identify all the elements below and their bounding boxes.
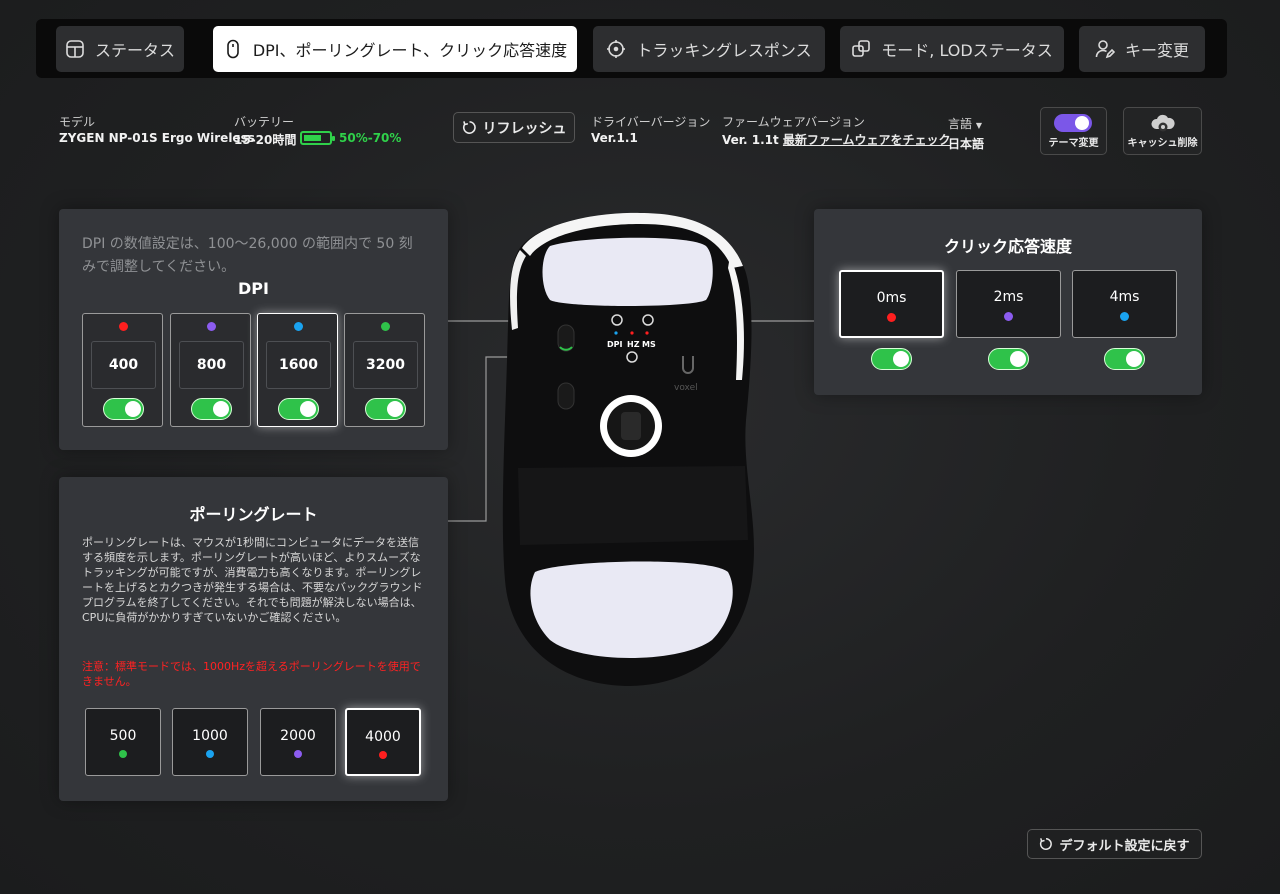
polling-color-dot <box>119 750 127 758</box>
dpi-level-card[interactable]: 400 <box>82 313 163 427</box>
click-enable-toggle[interactable] <box>871 348 912 370</box>
dpi-level-card[interactable]: 3200 <box>344 313 425 427</box>
polling-rate-value: 1000 <box>192 728 228 744</box>
refresh-label: リフレッシュ <box>482 120 567 137</box>
clear-cache-button[interactable]: キャッシュ削除 <box>1123 107 1202 155</box>
click-response-title: クリック応答速度 <box>943 237 1072 256</box>
polling-rate-title: ポーリングレート <box>189 505 318 524</box>
driver-version-value: Ver.1.1 <box>591 131 638 145</box>
dpi-enable-toggle[interactable] <box>103 398 144 420</box>
tab-mode-lod[interactable]: モード, LODステータス <box>840 26 1064 72</box>
dpi-value-input[interactable]: 800 <box>179 341 244 389</box>
dpi-color-dot <box>294 322 303 331</box>
refresh-button[interactable]: リフレッシュ <box>453 112 575 143</box>
firmware-version-row: Ver. 1.1t 最新ファームウェアをチェック <box>722 131 951 148</box>
refresh-icon <box>462 121 476 134</box>
dpi-enable-toggle[interactable] <box>365 398 406 420</box>
model-label: モデル <box>59 115 96 129</box>
theme-toggle-icon <box>1054 114 1092 132</box>
tab-tracking-response[interactable]: トラッキングレスポンス <box>593 26 825 72</box>
driver-version-label: ドライバーバージョン <box>591 115 711 129</box>
dpi-title: DPI <box>238 279 269 298</box>
click-response-value: 0ms <box>876 290 907 306</box>
polling-rate-option[interactable]: 2000 <box>260 708 336 776</box>
dpi-color-dot <box>207 322 216 331</box>
cloud-icon <box>1151 114 1175 132</box>
reset-default-label: デフォルト設定に戻す <box>1059 838 1190 854</box>
mouse-label-ms: MS <box>642 340 656 349</box>
dpi-enable-toggle[interactable] <box>278 398 319 420</box>
copy-icon <box>851 39 871 59</box>
mouse-label-dpi: DPI <box>607 340 623 349</box>
reset-icon <box>1040 838 1053 850</box>
polling-rate-value: 500 <box>109 728 137 744</box>
battery-percent: 50%-70% <box>339 131 402 145</box>
click-enable-toggle[interactable] <box>1104 348 1145 370</box>
mouse-brand-text: voxel <box>674 383 698 393</box>
layout-icon <box>65 39 85 59</box>
tab-label: DPI、ポーリングレート、クリック応答速度 <box>252 41 568 60</box>
dpi-level-card[interactable]: 800 <box>170 313 251 427</box>
reset-default-button[interactable]: デフォルト設定に戻す <box>1027 829 1202 859</box>
click-response-option-selected[interactable]: 0ms <box>839 270 944 338</box>
tab-label: キー変更 <box>1124 41 1189 60</box>
click-color-dot <box>1120 312 1129 321</box>
polling-rate-option-selected[interactable]: 4000 <box>345 708 421 776</box>
click-response-panel: クリック応答速度 0ms 2ms 4ms <box>814 209 1202 395</box>
dpi-panel: DPI の数値設定は、100〜26,000 の範囲内で 50 刻みで調整してくだ… <box>59 209 448 450</box>
polling-color-dot <box>206 750 214 758</box>
model-value: ZYGEN NP-01S Ergo Wireless <box>59 131 255 145</box>
click-enable-toggle[interactable] <box>988 348 1029 370</box>
polling-rate-option[interactable]: 1000 <box>172 708 248 776</box>
dpi-value-input[interactable]: 400 <box>91 341 156 389</box>
polling-color-dot <box>294 750 302 758</box>
polling-rate-option[interactable]: 500 <box>85 708 161 776</box>
dpi-description: DPI の数値設定は、100〜26,000 の範囲内で 50 刻みで調整してくだ… <box>82 236 413 275</box>
chevron-down-icon: ▼ <box>975 121 982 130</box>
polling-color-dot <box>379 751 387 759</box>
dpi-value-input[interactable]: 1600 <box>266 341 331 389</box>
mouse-icon <box>223 39 243 59</box>
tab-status[interactable]: ステータス <box>56 26 184 72</box>
clear-cache-label: キャッシュ削除 <box>1127 138 1198 149</box>
dpi-value-input[interactable]: 3200 <box>353 341 418 389</box>
polling-rate-value: 2000 <box>280 728 316 744</box>
polling-rate-description: ポーリングレートは、マウスが1秒間にコンピュータにデータを送信する頻度を示します… <box>82 536 423 624</box>
user-edit-icon <box>1095 39 1115 59</box>
tab-label: トラッキングレスポンス <box>636 41 812 60</box>
battery-label: バッテリー <box>234 115 295 129</box>
click-color-dot <box>1004 312 1013 321</box>
tab-label: モード, LODステータス <box>881 41 1053 60</box>
tab-dpi-polling-click[interactable]: DPI、ポーリングレート、クリック応答速度 <box>213 26 577 72</box>
click-response-option[interactable]: 4ms <box>1072 270 1177 338</box>
language-label: 言語 <box>948 117 973 131</box>
crosshair-icon <box>606 39 626 59</box>
check-firmware-link[interactable]: 最新ファームウェアをチェック <box>783 133 951 147</box>
tab-key-remap[interactable]: キー変更 <box>1079 26 1205 72</box>
click-response-option[interactable]: 2ms <box>956 270 1061 338</box>
polling-rate-value: 4000 <box>365 729 401 745</box>
theme-change-label: テーマ変更 <box>1048 138 1099 149</box>
click-response-value: 4ms <box>1109 289 1140 305</box>
dpi-color-dot <box>381 322 390 331</box>
mouse-label-hz: HZ <box>627 340 640 349</box>
click-color-dot <box>887 313 896 322</box>
dpi-color-dot <box>119 322 128 331</box>
theme-change-button[interactable]: テーマ変更 <box>1040 107 1107 155</box>
firmware-version-value: Ver. 1.1t <box>722 133 779 147</box>
language-selector[interactable]: 言語 ▼ <box>948 115 982 132</box>
top-navigation: ステータス DPI、ポーリングレート、クリック応答速度 トラッキングレスポンス … <box>36 19 1227 78</box>
polling-rate-panel: ポーリングレート ポーリングレートは、マウスが1秒間にコンピュータにデータを送信… <box>59 477 448 801</box>
firmware-version-label: ファームウェアバージョン <box>722 115 865 129</box>
polling-rate-warning: 注意：標準モードでは、1000Hzを超えるポーリングレートを使用できません。 <box>82 660 421 688</box>
battery-icon <box>300 131 335 145</box>
mouse-illustration: DPI HZ MS voxel <box>448 212 814 686</box>
dpi-enable-toggle[interactable] <box>191 398 232 420</box>
battery-value: 15-20時間 <box>234 133 297 147</box>
language-value: 日本語 <box>948 137 985 151</box>
dpi-level-card-selected[interactable]: 1600 <box>257 313 338 427</box>
app-page: ステータス DPI、ポーリングレート、クリック応答速度 トラッキングレスポンス … <box>0 0 1280 894</box>
click-response-value: 2ms <box>993 289 1024 305</box>
tab-label: ステータス <box>94 41 175 60</box>
